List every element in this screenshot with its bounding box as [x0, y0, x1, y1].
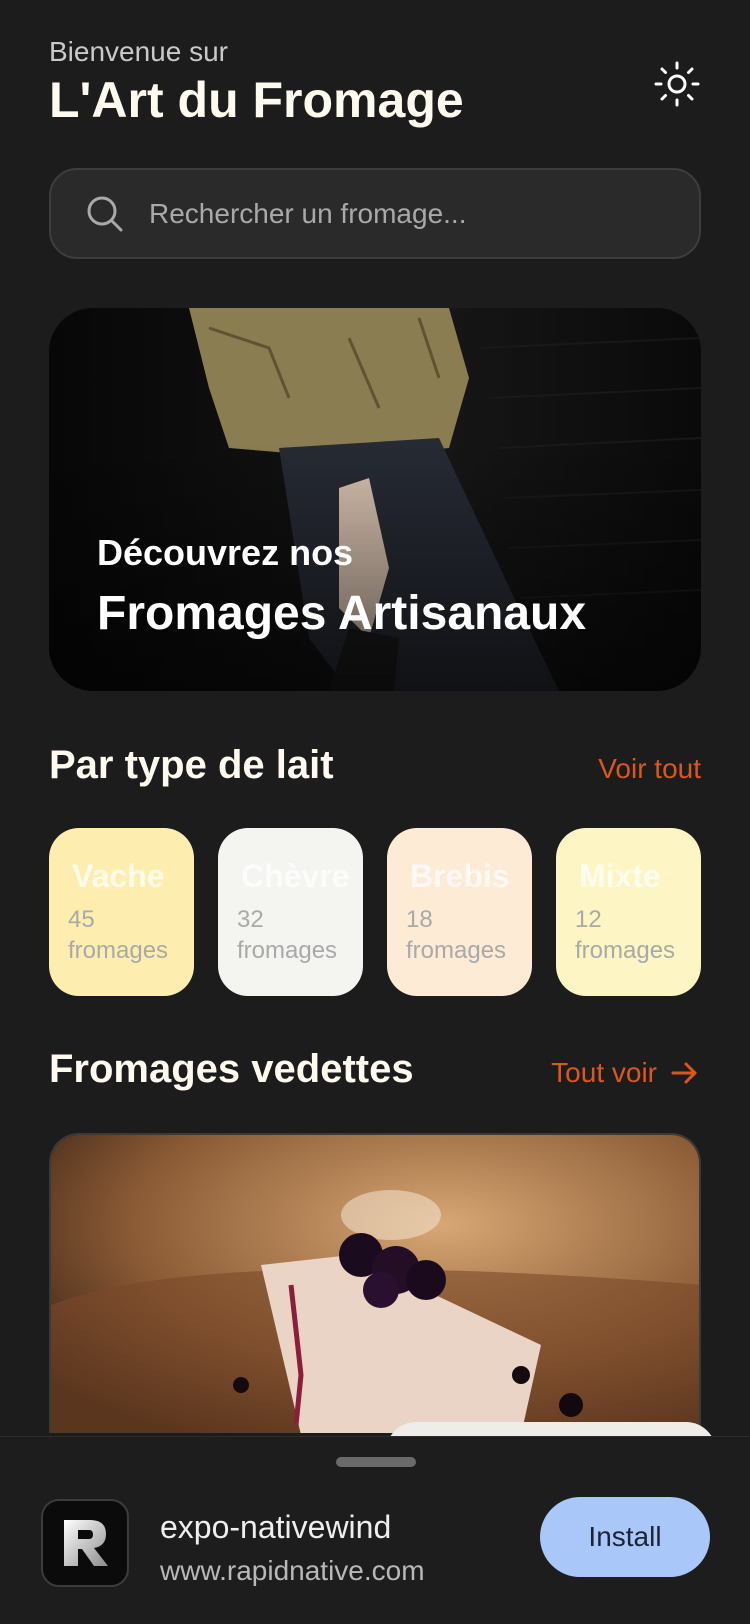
search-icon	[87, 196, 123, 231]
app-url: www.rapidnative.com	[160, 1555, 425, 1586]
milk-section-title: Par type de lait	[49, 743, 334, 787]
milk-card-count: 12 fromages	[575, 906, 676, 964]
search-input[interactable]: Rechercher un fromage...	[149, 198, 467, 230]
rapidnative-logo-icon	[64, 1520, 108, 1566]
page-title: L'Art du Fromage	[49, 72, 464, 128]
milk-card-name: Brebis	[410, 858, 510, 894]
milk-card-brebis[interactable]: Brebis 18 fromages	[387, 828, 532, 996]
app-logo	[41, 1499, 129, 1587]
milk-card-chevre[interactable]: Chèvre 32 fromages	[218, 828, 363, 996]
header: Bienvenue sur L'Art du Fromage	[49, 36, 701, 136]
milk-card-count: 18 fromages	[406, 906, 507, 964]
milk-card-mixte[interactable]: Mixte 12 fromages	[556, 828, 701, 996]
hero-title: Fromages Artisanaux	[97, 587, 587, 640]
hero-banner[interactable]: Découvrez nos Fromages Artisanaux	[49, 308, 701, 691]
milk-card-name: Chèvre	[241, 858, 350, 894]
sun-icon	[654, 61, 700, 107]
theme-toggle-button[interactable]	[653, 60, 701, 108]
featured-cheese-image	[51, 1135, 699, 1433]
welcome-text: Bienvenue sur	[49, 36, 229, 67]
milk-type-list: Vache 45 fromages Chèvre 32 fromages Bre…	[49, 828, 701, 996]
featured-section-title: Fromages vedettes	[49, 1047, 414, 1091]
milk-card-vache[interactable]: Vache 45 fromages	[49, 828, 194, 996]
search-bar[interactable]: Rechercher un fromage...	[49, 168, 701, 259]
app-name: expo-nativewind	[160, 1509, 392, 1545]
hero-subtitle: Découvrez nos	[97, 532, 354, 573]
see-all-featured-label: Tout voir	[551, 1057, 657, 1088]
arrow-right-icon	[671, 1062, 697, 1084]
see-all-milk-link[interactable]: Voir tout	[598, 753, 701, 785]
install-button[interactable]: Install	[540, 1497, 710, 1577]
milk-card-name: Mixte	[579, 858, 661, 894]
milk-card-name: Vache	[72, 858, 165, 894]
see-all-featured-link[interactable]: Tout voir	[551, 1057, 701, 1089]
install-banner: expo-nativewind www.rapidnative.com Inst…	[0, 1436, 750, 1624]
drag-handle[interactable]	[336, 1457, 416, 1467]
featured-cheese-card[interactable]	[49, 1133, 701, 1433]
milk-card-count: 45 fromages	[68, 906, 169, 964]
milk-card-count: 32 fromages	[237, 906, 338, 964]
